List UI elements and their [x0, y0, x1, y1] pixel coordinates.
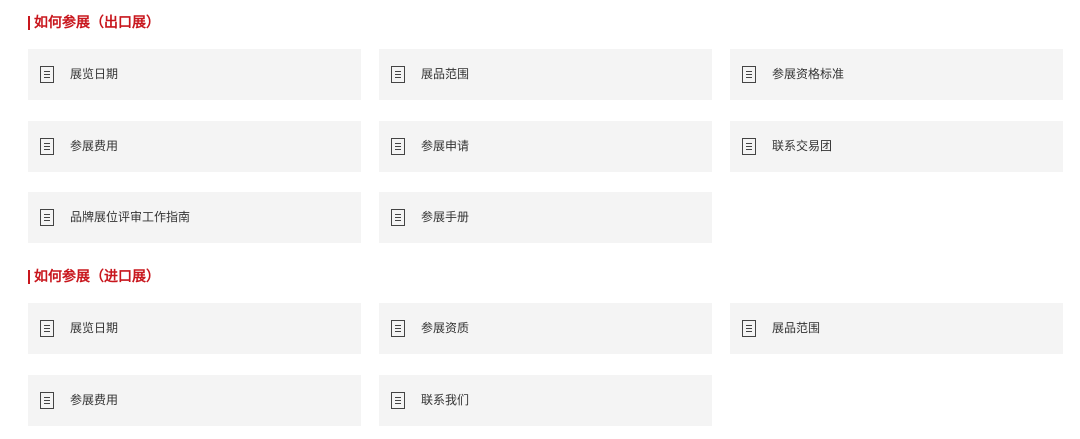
link-card-label: 展品范围	[772, 321, 821, 335]
link-card-exhibit-scope[interactable]: 展品范围	[730, 303, 1063, 354]
link-card-label: 参展手册	[421, 210, 470, 224]
section-title: 如何参展（进口展）	[28, 267, 1064, 287]
document-icon	[742, 66, 756, 83]
link-card-label: 联系交易团	[772, 139, 833, 153]
document-icon	[391, 209, 405, 226]
link-card-exhibition-fees[interactable]: 参展费用	[28, 121, 361, 172]
link-card-label: 展品范围	[421, 67, 470, 81]
link-card-label: 品牌展位评审工作指南	[70, 210, 191, 224]
section-export-exhibition: 如何参展（出口展） 展览日期 展品范围 参展资格标准 参展费用 参展申请 联系交…	[28, 13, 1064, 243]
section-import-exhibition: 如何参展（进口展） 展览日期 参展资质 展品范围 参展费用 联系我们	[28, 267, 1064, 426]
link-card-qualification-criteria[interactable]: 参展资格标准	[730, 49, 1063, 100]
link-card-label: 展览日期	[70, 321, 119, 335]
link-card-exhibition-dates[interactable]: 展览日期	[28, 49, 361, 100]
document-icon	[742, 138, 756, 155]
document-icon	[742, 320, 756, 337]
document-icon	[391, 392, 405, 409]
link-card-label: 展览日期	[70, 67, 119, 81]
link-card-label: 参展资格标准	[772, 67, 845, 81]
link-card-label: 参展费用	[70, 139, 119, 153]
link-card-brand-booth-guide[interactable]: 品牌展位评审工作指南	[28, 192, 361, 243]
section-title-text: 如何参展（出口展）	[34, 15, 160, 31]
document-icon	[391, 138, 405, 155]
link-card-exhibitor-qualification[interactable]: 参展资质	[379, 303, 712, 354]
link-card-label: 联系我们	[421, 393, 470, 407]
document-icon	[40, 209, 54, 226]
link-card-contact-trade-delegation[interactable]: 联系交易团	[730, 121, 1063, 172]
section-title-text: 如何参展（进口展）	[34, 269, 160, 285]
link-card-contact-us[interactable]: 联系我们	[379, 375, 712, 426]
link-card-label: 参展费用	[70, 393, 119, 407]
link-card-exhibition-dates[interactable]: 展览日期	[28, 303, 361, 354]
document-icon	[391, 66, 405, 83]
document-icon	[391, 320, 405, 337]
link-card-exhibit-scope[interactable]: 展品范围	[379, 49, 712, 100]
section-title: 如何参展（出口展）	[28, 13, 1064, 33]
link-card-label: 参展申请	[421, 139, 470, 153]
document-icon	[40, 138, 54, 155]
document-icon	[40, 320, 54, 337]
link-card-label: 参展资质	[421, 321, 470, 335]
document-icon	[40, 66, 54, 83]
link-card-exhibition-fees[interactable]: 参展费用	[28, 375, 361, 426]
link-card-exhibitor-manual[interactable]: 参展手册	[379, 192, 712, 243]
title-accent-bar	[28, 270, 30, 284]
title-accent-bar	[28, 16, 30, 30]
link-card-exhibition-application[interactable]: 参展申请	[379, 121, 712, 172]
document-icon	[40, 392, 54, 409]
